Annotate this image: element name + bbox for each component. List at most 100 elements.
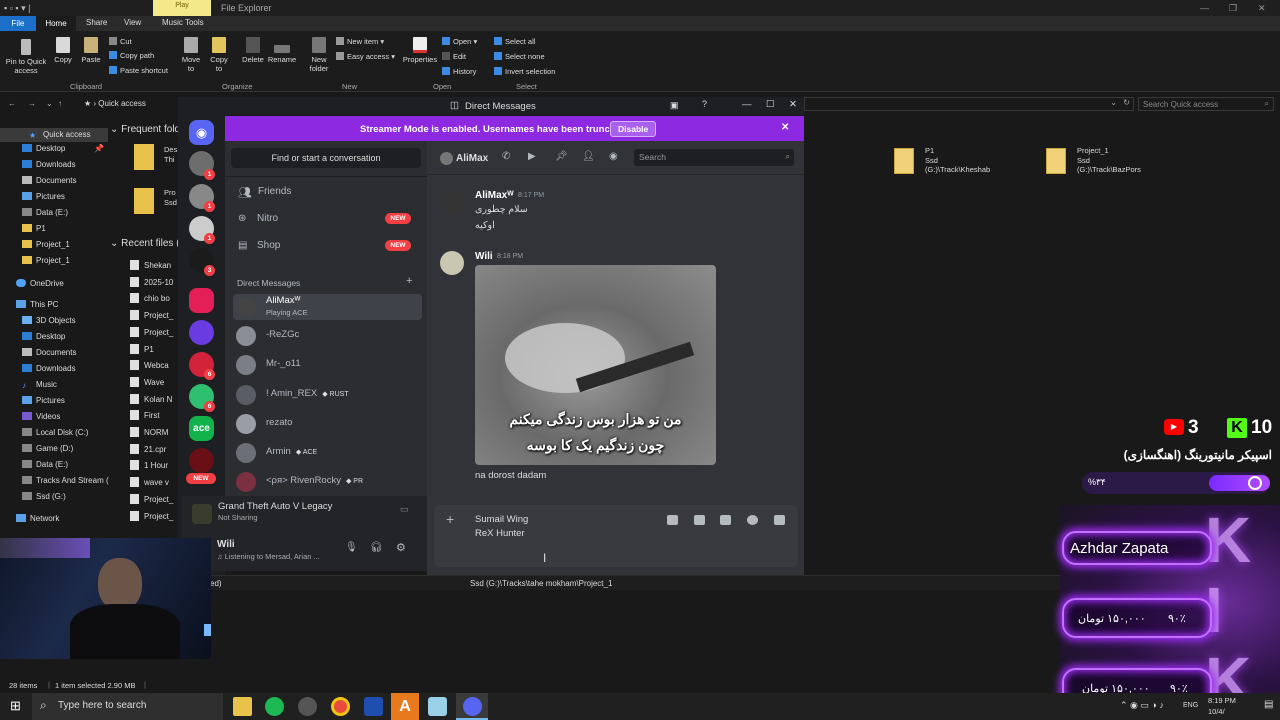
close-icon[interactable]: ✕	[1258, 3, 1266, 14]
easy-access-button[interactable]: Easy access ▾	[336, 52, 395, 61]
fl-studio-taskbar-icon[interactable]: A	[391, 693, 419, 720]
refresh-icon[interactable]: ↻	[1123, 98, 1130, 107]
paste-shortcut-button[interactable]: Paste shortcut	[109, 66, 168, 75]
call-icon[interactable]: ✆	[502, 151, 510, 162]
gif-icon[interactable]	[694, 515, 705, 525]
address-path[interactable]: ★ › Quick access	[80, 96, 180, 112]
copy-path-button[interactable]: Copy path	[109, 51, 154, 60]
recent-file-item[interactable]: Kolan N	[130, 393, 172, 404]
message-image[interactable]: من تو هزار بوس زندگی میکنم چون زندگیم یک…	[475, 265, 716, 465]
recent-locations-icon[interactable]: ⌄	[46, 99, 53, 108]
select-all-button[interactable]: Select all	[494, 37, 535, 46]
pin-icon[interactable]: 📌︎	[555, 151, 568, 162]
nav-item-project-1b[interactable]: Project_1	[22, 256, 70, 265]
context-tab-play[interactable]: Play	[153, 0, 211, 16]
stream-icon[interactable]: ▭	[400, 504, 409, 515]
nav-pc-local-disk-c[interactable]: Local Disk (C:)	[22, 428, 88, 437]
dm-item[interactable]: -ReZGc	[233, 323, 422, 349]
back-icon[interactable]: ←	[8, 99, 16, 108]
tab-music-tools[interactable]: Music Tools	[162, 18, 204, 27]
find-conversation-input[interactable]: Find or start a conversation	[231, 148, 421, 168]
minimize-icon[interactable]: —	[1200, 3, 1209, 13]
discord-home-icon[interactable]: ◉	[189, 120, 214, 145]
disable-streamer-mode-button[interactable]: Disable	[610, 121, 657, 137]
activities-icon[interactable]	[774, 515, 785, 525]
nav-pc-music[interactable]: ♪ Music	[22, 380, 57, 390]
nav-item-desktop[interactable]: Desktop 📌	[22, 144, 104, 153]
dm-item[interactable]: Armin ◆ ACE	[233, 440, 422, 466]
server-icon-red[interactable]	[189, 288, 214, 313]
nav-pc-videos[interactable]: Videos	[22, 412, 60, 421]
frequent-folders-header[interactable]: ⌄ Frequent fold	[110, 124, 180, 135]
close-banner-icon[interactable]: ✕	[781, 122, 789, 133]
maximize-icon[interactable]: ☐	[766, 99, 775, 110]
recent-file-item[interactable]: P1	[130, 343, 154, 354]
nav-onedrive[interactable]: OneDrive	[16, 279, 64, 288]
invert-selection-button[interactable]: Invert selection	[494, 67, 555, 76]
recent-file-item[interactable]: Webca	[130, 360, 169, 371]
address-field-right[interactable]: ⌄ ↻	[804, 97, 1134, 111]
nav-quick-access[interactable]: ★ Quick access	[0, 128, 108, 142]
help-icon[interactable]: ?	[702, 99, 707, 109]
create-dm-plus-icon[interactable]: +	[406, 275, 412, 287]
clock-date[interactable]: 10/4/	[1208, 707, 1225, 716]
obs-taskbar-icon[interactable]	[298, 697, 317, 716]
up-icon[interactable]: ↑	[58, 99, 62, 108]
recent-file-item[interactable]: 2025-10	[130, 276, 173, 287]
new-item-button[interactable]: New item ▾	[336, 37, 384, 46]
nav-pc-data-e[interactable]: Data (E:)	[22, 460, 68, 469]
rename-button[interactable]: Rename	[267, 37, 297, 64]
maximize-icon[interactable]: ❐	[1229, 3, 1237, 14]
tile-p1-icon[interactable]	[894, 148, 914, 174]
chat-header-name[interactable]: AliMax	[456, 153, 488, 164]
file-explorer-taskbar-icon[interactable]	[233, 697, 252, 716]
recent-file-item[interactable]: 21.cpr	[130, 443, 166, 454]
dm-item[interactable]: rezato	[233, 411, 422, 437]
recent-file-item[interactable]: NORM	[130, 427, 168, 437]
tile-project-1-icon[interactable]	[1046, 148, 1066, 174]
emoji-icon[interactable]	[747, 515, 758, 525]
nav-pc-3d-objects[interactable]: 3D Objects	[22, 316, 76, 325]
nav-pc-documents[interactable]: Documents	[22, 348, 76, 357]
input-language[interactable]: ENG	[1183, 702, 1198, 709]
gift-icon[interactable]	[667, 515, 678, 525]
chat-search-input[interactable]: Search ⌕	[634, 149, 794, 166]
message-avatar[interactable]	[440, 251, 464, 275]
nav-network[interactable]: Network	[16, 514, 59, 523]
nav-pc-desktop[interactable]: Desktop	[22, 332, 65, 341]
discord-taskbar-button[interactable]	[456, 693, 488, 720]
message-author[interactable]: Wili	[475, 251, 493, 262]
nav-pc-game-d[interactable]: Game (D:)	[22, 444, 73, 453]
nav-item-p1[interactable]: P1	[22, 224, 46, 233]
attach-plus-icon[interactable]: +	[446, 511, 454, 527]
nav-item-downloads[interactable]: Downloads	[22, 160, 76, 169]
recent-file-item[interactable]: Shekan	[130, 260, 171, 270]
clock-time[interactable]: 8:19 PM	[1208, 696, 1236, 705]
message-author[interactable]: AliMaxᵂ	[475, 190, 514, 201]
minimize-icon[interactable]: —	[742, 99, 752, 110]
recent-file-item[interactable]: Project_	[130, 326, 173, 337]
nav-item-project-1[interactable]: Project_1	[22, 240, 70, 249]
composer-line-1[interactable]: Sumail Wing	[475, 514, 528, 525]
taskbar-search-input[interactable]: ⌕ Type here to search	[32, 693, 223, 720]
tab-home[interactable]: Home	[36, 16, 76, 31]
server-icon-dark-red[interactable]	[189, 448, 214, 473]
history-button[interactable]: History	[442, 67, 476, 76]
spotify-taskbar-icon[interactable]	[265, 697, 284, 716]
dm-item[interactable]: ! Amin_REX ◆ RUST	[233, 382, 422, 408]
recent-file-item[interactable]: First	[130, 410, 160, 421]
edit-button[interactable]: Edit	[442, 52, 466, 61]
chrome-taskbar-icon[interactable]	[331, 697, 350, 716]
recent-file-item[interactable]: Wave	[130, 376, 164, 387]
close-icon[interactable]: ✕	[789, 99, 797, 110]
properties-button[interactable]: Properties	[402, 37, 438, 64]
quick-access-toolbar-icons[interactable]: ▪ ▫ ▪ ▾ |	[4, 3, 30, 14]
video-call-icon[interactable]: ▶	[528, 151, 536, 162]
headphones-icon[interactable]: 🎧︎	[370, 542, 383, 553]
start-windows-icon[interactable]: ⊞	[10, 698, 21, 714]
nav-nitro[interactable]: Nitro	[257, 213, 278, 224]
nav-item-pictures[interactable]: Pictures	[22, 192, 65, 201]
paste-button[interactable]: Paste	[80, 37, 102, 64]
nav-friends[interactable]: Friends	[258, 186, 291, 197]
new-folder-button[interactable]: New folder	[306, 37, 332, 73]
